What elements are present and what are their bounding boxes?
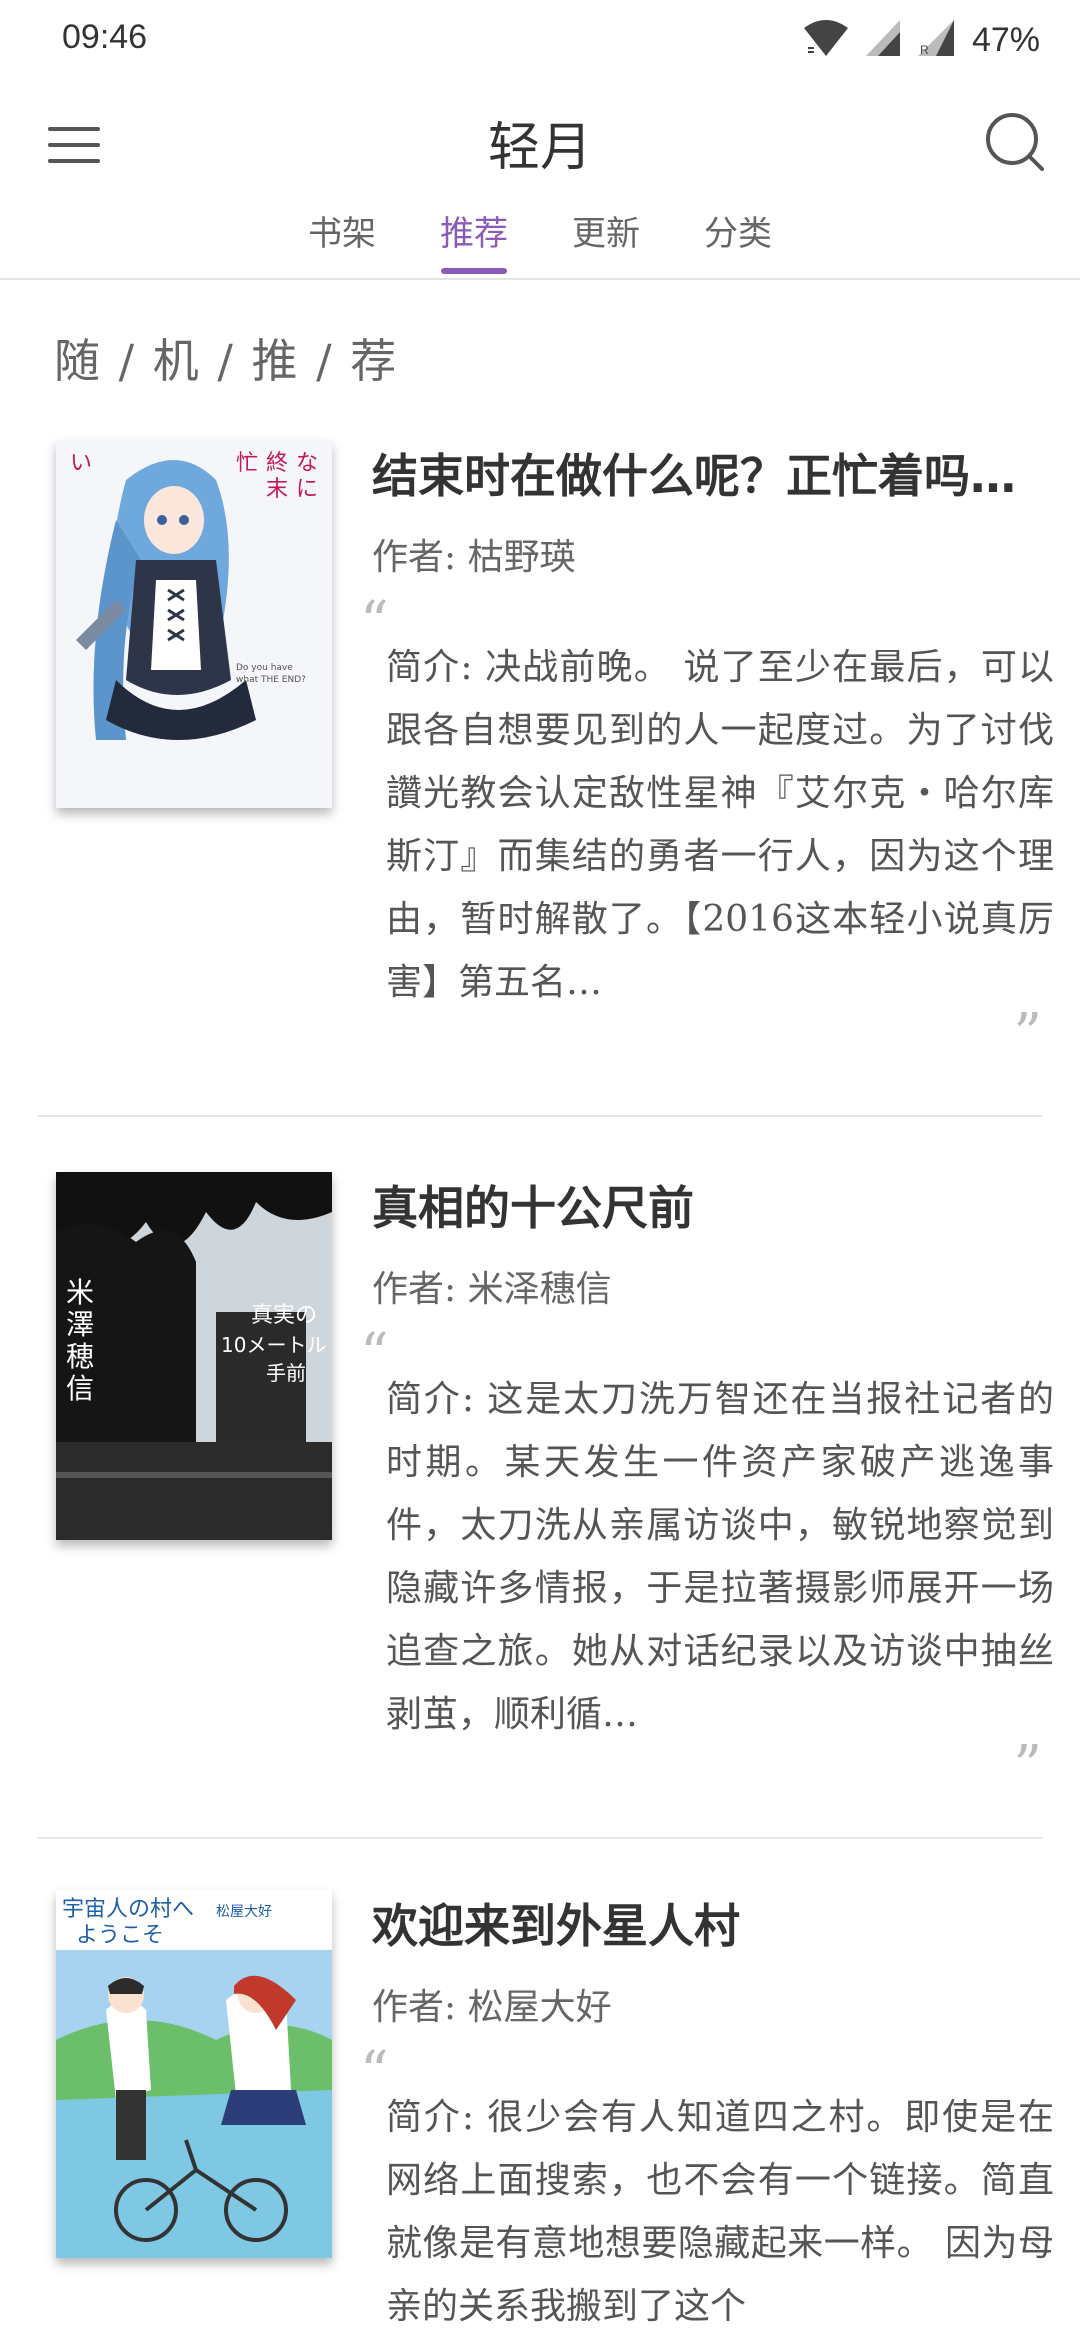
tab-categories[interactable]: 分类	[672, 200, 804, 274]
svg-text:に: に	[296, 477, 318, 502]
status-bar: 09:46 R 47%	[0, 0, 1080, 80]
svg-text:忙: 忙	[236, 451, 258, 476]
status-icons: R 47%	[802, 16, 1040, 64]
book-title: 结束时在做什么呢？正忙着吗？可以来拯救吗？	[372, 449, 1032, 503]
signal-roaming-icon: R	[916, 18, 958, 62]
wifi-icon	[802, 18, 850, 62]
svg-text:米: 米	[66, 1276, 94, 1309]
battery-percentage: 47%	[971, 20, 1040, 59]
svg-text:穂: 穂	[66, 1340, 94, 1373]
section-title: 随 / 机 / 推 / 荐	[54, 334, 399, 388]
tab-recommend[interactable]: 推荐	[408, 200, 540, 274]
book-summary: 简介: 很少会有人知道四之村。即使是在网络上面搜索，也不会有一个链接。简直就像是…	[386, 2097, 1054, 2327]
search-button[interactable]	[980, 107, 1050, 177]
app-title: 轻月	[487, 118, 592, 178]
svg-text:真実の: 真実の	[251, 1303, 317, 1328]
svg-text:松屋大好: 松屋大好	[216, 1904, 272, 1920]
book-author: 作者: 枯野瑛	[372, 537, 576, 578]
svg-text:10メートル: 10メートル	[221, 1333, 326, 1357]
svg-text:信: 信	[66, 1372, 94, 1405]
book-cover[interactable]: 宇宙人の村へ ようこそ 松屋大好	[56, 1890, 332, 2258]
book-author: 作者: 松屋大好	[372, 1987, 612, 2028]
book-card[interactable]: 終 末 な に 忙 い Do you have what THE END? 结束…	[38, 440, 1054, 1120]
book-title: 欢迎来到外星人村	[372, 1899, 740, 1953]
quote-close-icon: ”	[1013, 1734, 1042, 1799]
book-cover[interactable]: 米 澤 穂 信 真実の 10メートル 手前	[56, 1172, 332, 1540]
svg-text:い: い	[70, 451, 92, 476]
top-tabs: 书架 推荐 更新 分类	[0, 200, 1080, 280]
book-summary: 简介: 决战前晚。 说了至少在最后，可以跟各自想要见到的人一起度过。为了讨伐讚光…	[386, 647, 1054, 1003]
book-cover[interactable]: 終 末 な に 忙 い Do you have what THE END?	[56, 440, 332, 808]
search-icon	[986, 113, 1044, 171]
svg-text:宇宙人の村へ: 宇宙人の村へ	[62, 1897, 194, 1922]
quote-open-icon: “	[360, 590, 389, 655]
book-card[interactable]: 米 澤 穂 信 真実の 10メートル 手前 真相的十公尺前 作者: 米泽穗信 “…	[38, 1172, 1054, 1852]
quote-open-icon: “	[360, 2040, 389, 2105]
svg-text:ようこそ: ようこそ	[76, 1923, 164, 1948]
tab-bookshelf[interactable]: 书架	[276, 200, 408, 274]
divider	[38, 1115, 1042, 1117]
status-time: 09:46	[62, 18, 148, 56]
app-bar: 轻月	[0, 95, 1080, 195]
signal-icon	[864, 18, 902, 62]
svg-text:な: な	[296, 451, 318, 476]
book-title: 真相的十公尺前	[372, 1181, 694, 1235]
divider	[38, 1837, 1042, 1839]
svg-text:what THE END?: what THE END?	[236, 675, 306, 685]
book-card[interactable]: 宇宙人の村へ ようこそ 松屋大好 欢迎来到外星人村 作者: 松屋大好 “ 简介:…	[38, 1890, 1054, 2340]
tab-updates[interactable]: 更新	[540, 200, 672, 274]
svg-text:手前: 手前	[266, 1361, 306, 1385]
svg-text:澤: 澤	[66, 1308, 94, 1341]
svg-text:終: 終	[266, 451, 288, 476]
book-summary: 简介: 这是太刀洗万智还在当报社记者的时期。某天发生一件资产家破产逃逸事件，太刀…	[386, 1379, 1054, 1735]
svg-text:末: 末	[266, 477, 288, 502]
svg-text:R: R	[920, 43, 929, 57]
tabs-divider	[0, 278, 1080, 280]
quote-open-icon: “	[360, 1322, 389, 1387]
svg-text:Do you have: Do you have	[236, 663, 293, 673]
quote-close-icon: ”	[1013, 1002, 1042, 1067]
book-author: 作者: 米泽穗信	[372, 1269, 612, 1310]
